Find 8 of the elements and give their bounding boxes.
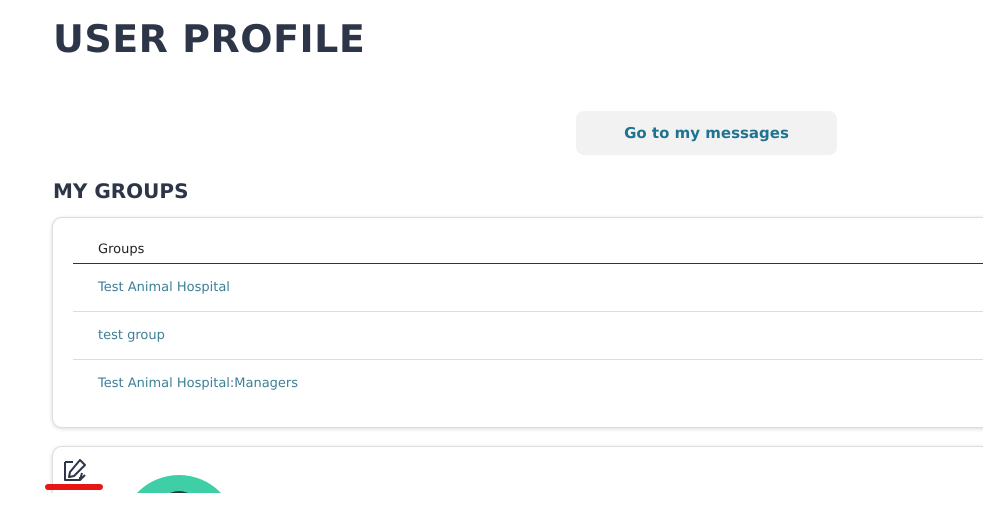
section-title: MY GROUPS: [53, 179, 190, 203]
edit-icon[interactable]: [62, 457, 88, 483]
page-title: USER PROFILE: [53, 16, 366, 63]
messages-button[interactable]: Go to my messages: [576, 111, 837, 155]
column-header: Groups: [73, 242, 983, 264]
group-link[interactable]: test group: [73, 312, 983, 360]
group-link[interactable]: Test Animal Hospital: [73, 264, 983, 312]
group-link[interactable]: Test Animal Hospital:Managers: [73, 360, 983, 407]
